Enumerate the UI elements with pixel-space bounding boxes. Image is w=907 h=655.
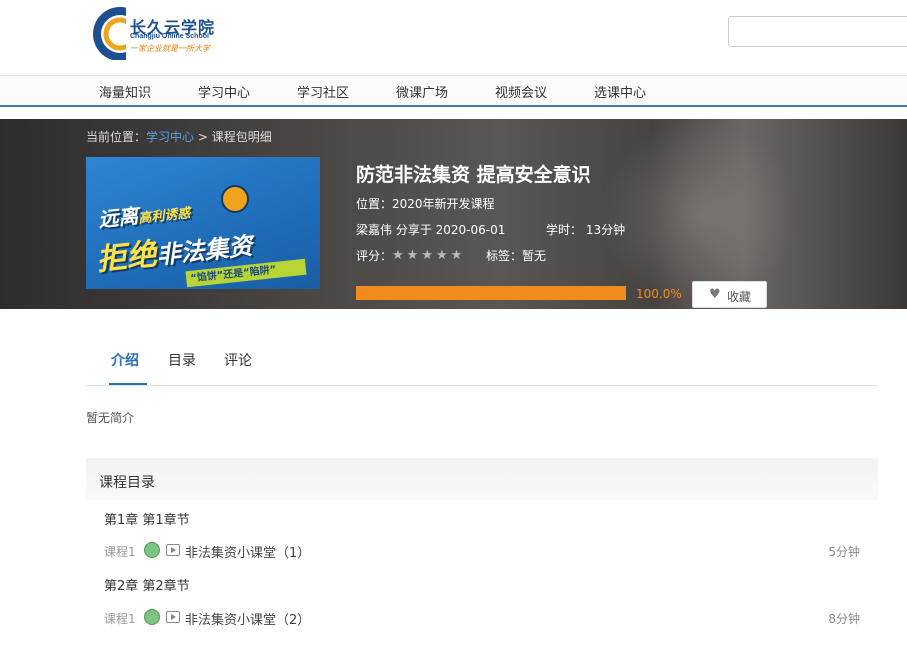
search-input[interactable] bbox=[728, 16, 907, 47]
course-location: 位置：2020年新开发课程 bbox=[356, 197, 495, 211]
nav-item-knowledge[interactable]: 海量知识 bbox=[99, 82, 151, 101]
lesson-name[interactable]: 非法集资小课堂（1） bbox=[185, 542, 310, 561]
course-hours-value: 13分钟 bbox=[585, 223, 626, 237]
favorite-label: 收藏 bbox=[727, 290, 752, 304]
breadcrumb: 当前位置：学习中心 > 课程包明细 bbox=[86, 128, 272, 145]
course-title: 防范非法集资 提高安全意识 bbox=[356, 164, 591, 186]
chapter-title: 第2章 第2章节 bbox=[104, 579, 190, 594]
course-tabs: 介绍 目录 评论 bbox=[86, 320, 878, 386]
breadcrumb-prefix: 当前位置： bbox=[86, 130, 147, 144]
course-hours-label: 学时： bbox=[546, 223, 583, 237]
logo-subtitle: Changjiu Online School bbox=[130, 33, 209, 40]
video-icon bbox=[166, 611, 180, 623]
video-icon bbox=[166, 544, 180, 556]
lesson-name[interactable]: 非法集资小课堂（2） bbox=[185, 609, 310, 628]
nav-item-video-meeting[interactable]: 视频会议 bbox=[495, 82, 547, 101]
star-icon[interactable]: ★ bbox=[436, 248, 448, 263]
star-icon[interactable]: ★ bbox=[392, 248, 404, 263]
logo-emblem-icon bbox=[93, 7, 126, 60]
progress-bar bbox=[356, 286, 626, 300]
main-nav: 海量知识 学习中心 学习社区 微课广场 视频会议 选课中心 bbox=[0, 76, 907, 107]
nav-item-community[interactable]: 学习社区 bbox=[297, 82, 349, 101]
progress-text: 100.0% bbox=[636, 287, 682, 301]
nav-item-course-selection[interactable]: 选课中心 bbox=[594, 82, 646, 101]
breadcrumb-link-learning-center[interactable]: 学习中心 bbox=[146, 130, 194, 144]
cover-line1-a: 远离 bbox=[97, 203, 140, 232]
lesson-row[interactable]: 课程1 非法集资小课堂（1） 5分钟 bbox=[86, 539, 878, 563]
favorite-button[interactable]: ♥ 收藏 bbox=[692, 281, 767, 308]
site-logo[interactable]: 长久云学院 Changjiu Online School 一家企业就是一所大学 bbox=[92, 2, 252, 62]
breadcrumb-separator: > bbox=[194, 130, 212, 144]
course-tags: 标签：暂无 bbox=[486, 247, 546, 264]
cover-line1-b: 高利诱惑 bbox=[137, 206, 192, 227]
course-banner: 当前位置：学习中心 > 课程包明细 远离高利诱惑 拒绝非法集资 “馅饼”还是“陷… bbox=[0, 119, 907, 309]
tags-value: 暂无 bbox=[522, 249, 547, 263]
completed-status-icon bbox=[144, 542, 160, 558]
rating-label: 评分： bbox=[356, 249, 393, 263]
tab-comments[interactable]: 评论 bbox=[224, 350, 252, 370]
lesson-number: 课程1 bbox=[104, 545, 136, 559]
active-tab-indicator bbox=[109, 383, 147, 385]
lesson-number: 课程1 bbox=[104, 612, 136, 626]
course-cover-image: 远离高利诱惑 拒绝非法集资 “馅饼”还是“陷阱” bbox=[86, 157, 320, 289]
site-header: 长久云学院 Changjiu Online School 一家企业就是一所大学 bbox=[0, 0, 907, 76]
catalog-title: 课程目录 bbox=[99, 475, 155, 491]
cover-badge-icon bbox=[221, 185, 249, 213]
tags-label: 标签： bbox=[486, 249, 523, 263]
progress-fill bbox=[356, 286, 626, 300]
lesson-duration: 8分钟 bbox=[828, 612, 860, 626]
star-icon[interactable]: ★ bbox=[421, 248, 433, 263]
course-author-date: 梁嘉伟 分享于 2020-06-01 bbox=[356, 223, 506, 237]
tab-intro[interactable]: 介绍 bbox=[111, 350, 139, 370]
intro-text: 暂无简介 bbox=[86, 411, 135, 425]
heart-icon: ♥ bbox=[709, 287, 721, 302]
lesson-row[interactable]: 课程1 非法集资小课堂（2） 8分钟 bbox=[86, 606, 878, 630]
course-hours: 学时： 13分钟 bbox=[546, 221, 625, 238]
star-icon[interactable]: ★ bbox=[407, 248, 419, 263]
cover-line2-a: 拒绝 bbox=[94, 236, 159, 279]
completed-status-icon bbox=[144, 609, 160, 625]
catalog-header: 课程目录 bbox=[86, 458, 878, 500]
logo-slogan: 一家企业就是一所大学 bbox=[130, 44, 210, 53]
rating-stars[interactable]: ★ ★ ★ ★ ★ bbox=[392, 248, 465, 263]
star-icon[interactable]: ★ bbox=[451, 248, 463, 263]
tab-catalog[interactable]: 目录 bbox=[168, 350, 196, 370]
lesson-duration: 5分钟 bbox=[828, 545, 860, 559]
nav-item-learning-center[interactable]: 学习中心 bbox=[198, 82, 250, 101]
chapter-title: 第1章 第1章节 bbox=[104, 513, 190, 528]
nav-item-micro-course[interactable]: 微课广场 bbox=[396, 82, 448, 101]
breadcrumb-current: 课程包明细 bbox=[211, 130, 272, 144]
